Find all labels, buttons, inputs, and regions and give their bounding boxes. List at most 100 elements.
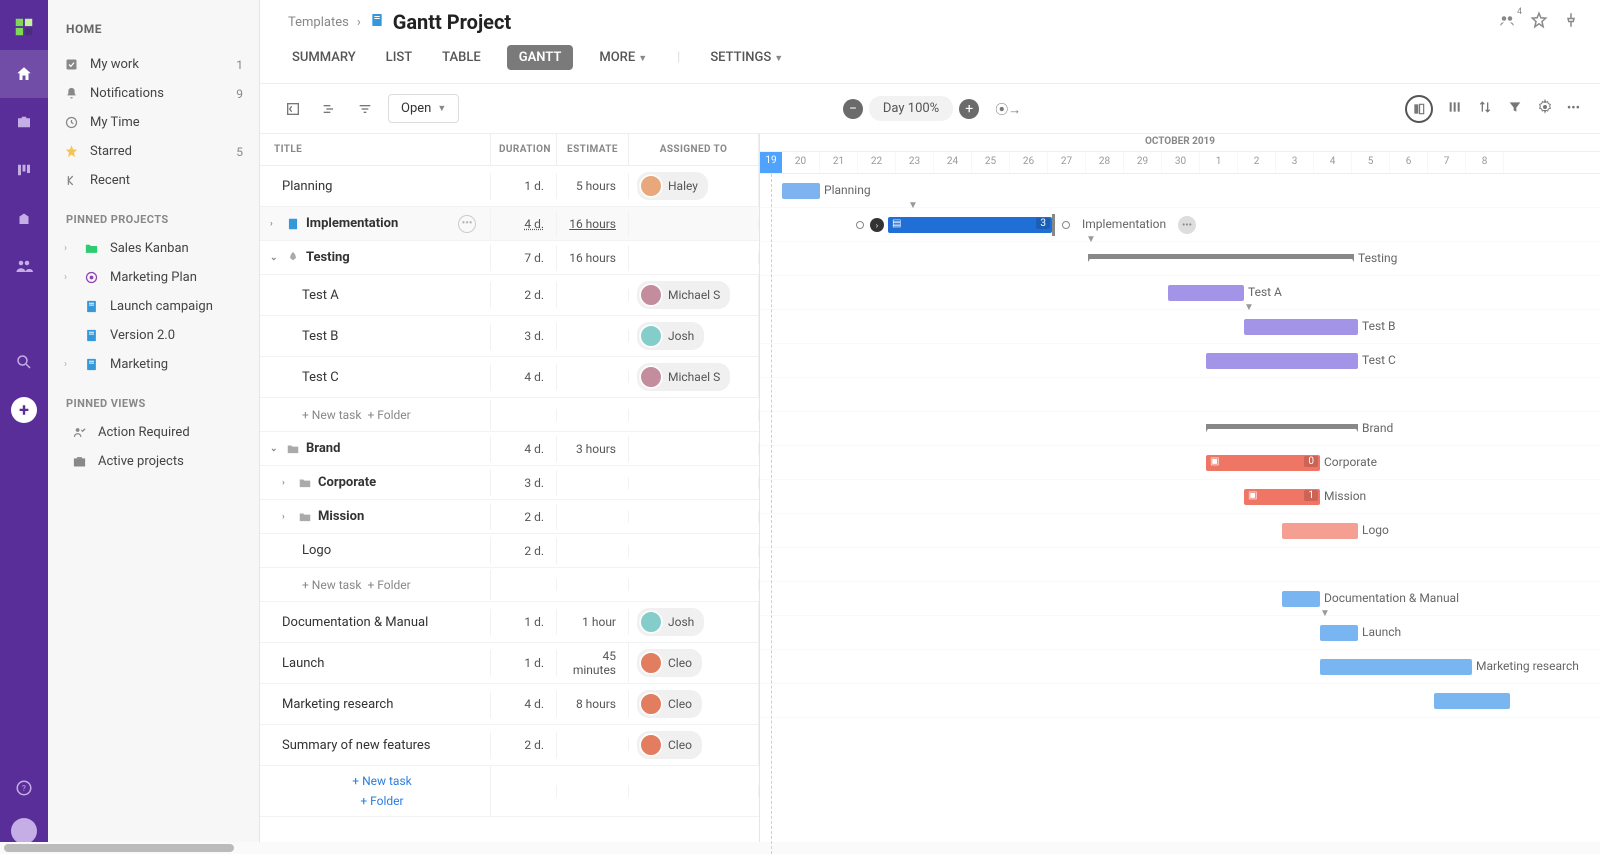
rail-work[interactable] [0, 98, 48, 146]
bar-mission[interactable]: ▣1 [1244, 489, 1320, 505]
row-more-icon[interactable]: ••• [1178, 216, 1196, 234]
project-sales-kanban[interactable]: ›Sales Kanban [48, 234, 259, 263]
view-active-projects[interactable]: Active projects [48, 447, 259, 476]
bar-corporate[interactable]: ▣0 [1206, 455, 1320, 471]
gantt-month: OCTOBER 2019 [760, 134, 1600, 152]
sort-icon[interactable] [1477, 99, 1493, 119]
breadcrumb-root[interactable]: Templates [288, 15, 349, 30]
today-line [771, 174, 772, 854]
row-research[interactable]: Marketing research4 d.8 hoursCleo [260, 684, 759, 725]
rail-home[interactable] [0, 50, 48, 98]
tab-more[interactable]: MORE▼ [595, 44, 651, 71]
filter-icon[interactable] [1507, 99, 1523, 119]
bar-research[interactable] [1320, 659, 1472, 675]
bar-brand[interactable] [1206, 424, 1358, 430]
row-test-c[interactable]: Test C4 d.Michael S [260, 357, 759, 398]
chevron-right-icon[interactable]: › [282, 478, 292, 488]
new-task-link[interactable]: + New task [352, 774, 411, 788]
bar-logo[interactable] [1282, 523, 1358, 539]
zoom-label[interactable]: Day 100% [869, 96, 953, 121]
pin-button[interactable] [1562, 11, 1580, 33]
view-action-required[interactable]: Action Required [48, 418, 259, 447]
scroll-to-today-icon[interactable]: ⦿→ [995, 96, 1021, 122]
row-corporate[interactable]: ›Corporate3 d. [260, 466, 759, 500]
project-marketing-plan[interactable]: ›Marketing Plan [48, 263, 259, 292]
project-version-2[interactable]: ›Version 2.0 [48, 321, 259, 350]
rail-boards[interactable] [0, 146, 48, 194]
pinned-projects-label: PINNED PROJECTS [48, 195, 259, 234]
bar-summary-features[interactable] [1434, 693, 1510, 709]
row-test-a[interactable]: Test A2 d.Michael S [260, 275, 759, 316]
rail-add[interactable]: + [0, 386, 48, 434]
hierarchy-icon[interactable] [316, 96, 342, 122]
more-icon[interactable]: ••• [1567, 101, 1580, 116]
chevron-down-icon[interactable]: ⌄ [270, 444, 280, 454]
new-folder-link[interactable]: + Folder [360, 794, 403, 808]
row-testing[interactable]: ⌄Testing7 d.16 hours [260, 241, 759, 275]
rail-org[interactable] [0, 194, 48, 242]
sidebar-my-work[interactable]: My work1 [48, 50, 259, 79]
new-folder-link[interactable]: + Folder [367, 408, 410, 422]
bar-planning[interactable] [782, 183, 820, 199]
new-folder-link[interactable]: + Folder [367, 578, 410, 592]
rail-help[interactable]: ? [0, 764, 48, 812]
columns-icon[interactable] [1447, 99, 1463, 119]
bar-test-b[interactable] [1244, 319, 1358, 335]
row-summary[interactable]: Summary of new features2 d.Cleo [260, 725, 759, 766]
star-button[interactable] [1530, 11, 1548, 33]
sidebar-recent[interactable]: Recent [48, 166, 259, 195]
chevron-right-icon[interactable]: › [282, 512, 292, 522]
bar-test-c[interactable] [1206, 353, 1358, 369]
main-area: Templates › Gantt Project 4 SUMMARY LIST… [260, 0, 1600, 854]
bar-docs[interactable] [1282, 591, 1320, 607]
tab-summary[interactable]: SUMMARY [288, 44, 360, 71]
row-planning[interactable]: Planning1 d.5 hoursHaley [260, 166, 759, 207]
tab-table[interactable]: TABLE [438, 44, 485, 71]
row-launch[interactable]: Launch1 d.45 minutesCleo [260, 643, 759, 684]
zoom-in-button[interactable]: + [959, 99, 979, 119]
new-task-link[interactable]: + New task [302, 578, 361, 592]
sidebar-notifications[interactable]: Notifications9 [48, 79, 259, 108]
row-add-main: + New task + Folder [260, 766, 759, 817]
tab-settings[interactable]: SETTINGS▼ [706, 44, 787, 71]
sidebar-my-time[interactable]: My Time [48, 108, 259, 137]
tab-list[interactable]: LIST [382, 44, 417, 71]
row-mission[interactable]: ›Mission2 d. [260, 500, 759, 534]
row-docs[interactable]: Documentation & Manual1 d.1 hourJosh [260, 602, 759, 643]
pinned-views-label: PINNED VIEWS [48, 379, 259, 418]
dependency-dot[interactable]: › [870, 218, 884, 232]
chevron-down-icon[interactable]: ⌄ [270, 253, 280, 263]
tab-gantt[interactable]: GANTT [507, 45, 574, 70]
rail-people[interactable] [0, 242, 48, 290]
gear-icon[interactable] [1537, 99, 1553, 119]
share-button[interactable]: 4 [1498, 11, 1516, 33]
user-avatar[interactable] [11, 818, 37, 844]
folder-icon: ▣ [1248, 490, 1257, 501]
grid-scrollbar[interactable] [260, 842, 760, 854]
layout-split-icon[interactable] [1405, 95, 1433, 123]
bar-test-a[interactable] [1168, 285, 1244, 301]
row-implementation[interactable]: ›Implementation•••4 d.16 hours [260, 207, 759, 241]
svg-text:?: ? [22, 784, 26, 794]
row-more-icon[interactable]: ••• [458, 215, 476, 233]
bar-launch[interactable] [1320, 625, 1358, 641]
rail-magic[interactable] [0, 290, 48, 338]
chevron-right-icon[interactable]: › [270, 219, 280, 229]
row-logo[interactable]: Logo2 d. [260, 534, 759, 568]
gantt-scale: 19 202122232425262728293012345678 [760, 152, 1600, 174]
bar-implementation[interactable]: ▤3 [888, 217, 1052, 233]
new-task-link[interactable]: + New task [302, 408, 361, 422]
row-brand[interactable]: ⌄Brand4 d.3 hours [260, 432, 759, 466]
bar-testing[interactable] [1088, 254, 1354, 260]
zoom-out-button[interactable]: − [843, 99, 863, 119]
project-launch-campaign[interactable]: ›Launch campaign [48, 292, 259, 321]
sidebar-starred[interactable]: Starred5 [48, 137, 259, 166]
rail-search[interactable] [0, 338, 48, 386]
row-test-b[interactable]: Test B3 d.Josh [260, 316, 759, 357]
col-assigned: ASSIGNED TO [629, 134, 759, 165]
filter-tree-icon[interactable] [352, 96, 378, 122]
project-marketing[interactable]: ›Marketing [48, 350, 259, 379]
open-dropdown[interactable]: Open▼ [388, 94, 459, 123]
breadcrumb: Templates › Gantt Project [288, 10, 511, 34]
expand-panel-icon[interactable] [280, 96, 306, 122]
